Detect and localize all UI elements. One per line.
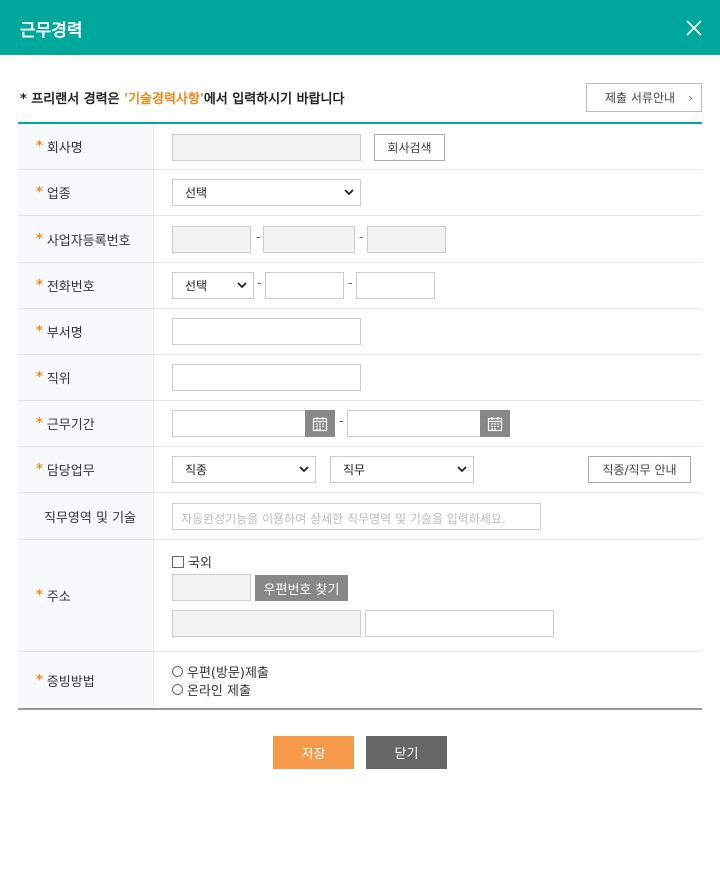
close-button[interactable]: 닫기 (366, 736, 447, 769)
document-guide-label: 제출 서류안내 (605, 91, 676, 105)
industry-select[interactable]: 선택 (172, 179, 361, 206)
dash: - (256, 230, 261, 245)
proof-radio-online[interactable]: 온라인 제출 (172, 680, 251, 699)
row-period: * 근무기간 - (18, 401, 702, 447)
chevron-down-icon (299, 466, 309, 473)
address-detail-input[interactable] (365, 610, 554, 637)
dash: - (359, 230, 364, 245)
checkbox-icon[interactable] (172, 555, 184, 568)
notice-highlight: '기술경력사항' (124, 92, 204, 107)
chevron-down-icon (237, 282, 247, 289)
document-guide-button[interactable]: 제출 서류안내 › (586, 83, 702, 112)
modal-title: 근무경력 (20, 21, 83, 41)
proof-option-mail: 우편(방문)제출 (187, 666, 269, 681)
dash: - (257, 276, 262, 291)
phone-3-input[interactable] (356, 272, 435, 299)
label-department: * 부서명 (18, 309, 154, 354)
notice-text: * 프리랜서 경력은 '기술경력사항'에서 입력하시기 바랍니다 (20, 88, 344, 107)
label-proof: * 증빙방법 (18, 652, 154, 708)
overseas-label: 국외 (188, 556, 212, 571)
start-date-input[interactable] (172, 410, 306, 437)
chevron-down-icon (457, 466, 467, 473)
industry-select-value: 선택 (185, 186, 208, 200)
skills-input[interactable]: 자동완성기능을 이용하여 상세한 직무영역 및 기술을 입력하세요. (172, 503, 541, 530)
address-input[interactable] (172, 610, 361, 637)
company-search-button[interactable]: 회사검색 (374, 134, 445, 161)
notice-prefix: * 프리랜서 경력은 (20, 92, 125, 107)
label-business-no: * 사업자등록번호 (18, 216, 154, 262)
job-guide-button[interactable]: 직종/직무 안내 (588, 456, 691, 483)
job-type-select[interactable]: 직종 (172, 456, 316, 483)
proof-option-online: 온라인 제출 (187, 684, 251, 699)
row-address: * 주소 국외 우편번호 찾기 (18, 540, 702, 652)
label-period: * 근무기간 (18, 401, 154, 446)
row-phone: * 전화번호 선택 - - (18, 263, 702, 309)
company-input[interactable] (172, 134, 361, 161)
dash: - (348, 276, 353, 291)
row-proof: * 증빙방법 우편(방문)제출 온라인 제출 (18, 652, 702, 708)
label-industry: * 업종 (18, 170, 154, 215)
modal-header: 근무경력 (0, 0, 720, 55)
label-phone: * 전화번호 (18, 263, 154, 308)
row-skills: 직무영역 및 기술 자동완성기능을 이용하여 상세한 직무영역 및 기술을 입력… (18, 493, 702, 540)
career-form: * 회사명 회사검색 * 업종 선택 * 사업자등록번호 - - * 전화번호 선택 (18, 122, 702, 710)
department-input[interactable] (172, 318, 361, 345)
phone-area-select[interactable]: 선택 (172, 272, 254, 299)
zipcode-search-button[interactable]: 우편번호 찾기 (255, 575, 348, 601)
row-position: * 직위 (18, 355, 702, 401)
close-icon[interactable] (684, 18, 704, 38)
calendar-icon[interactable] (480, 410, 510, 437)
chevron-down-icon (344, 189, 354, 196)
overseas-checkbox[interactable]: 국외 (172, 552, 212, 571)
zipcode-input[interactable] (172, 574, 251, 601)
chevron-right-icon: › (688, 91, 693, 105)
row-duty: * 담당업무 직종 직무 직종/직무 안내 (18, 447, 702, 493)
row-department: * 부서명 (18, 309, 702, 355)
radio-icon[interactable] (172, 684, 183, 695)
job-select[interactable]: 직무 (330, 456, 474, 483)
position-input[interactable] (172, 364, 361, 391)
end-date-input[interactable] (347, 410, 481, 437)
business-no-3-input[interactable] (367, 226, 446, 253)
label-skills: 직무영역 및 기술 (18, 493, 154, 539)
career-modal: 근무경력 * 프리랜서 경력은 '기술경력사항'에서 입력하시기 바랍니다 제출… (0, 0, 720, 883)
label-company: * 회사명 (18, 124, 154, 169)
calendar-icon[interactable] (305, 410, 335, 437)
job-value: 직무 (343, 463, 366, 477)
business-no-1-input[interactable] (172, 226, 251, 253)
proof-radio-mail[interactable]: 우편(방문)제출 (172, 662, 269, 681)
phone-2-input[interactable] (265, 272, 344, 299)
notice-suffix: 에서 입력하시기 바랍니다 (203, 92, 345, 107)
row-company: * 회사명 회사검색 (18, 124, 702, 170)
label-position: * 직위 (18, 355, 154, 400)
phone-area-value: 선택 (185, 279, 208, 293)
job-type-value: 직종 (185, 463, 208, 477)
save-button[interactable]: 저장 (273, 736, 354, 769)
radio-icon[interactable] (172, 666, 183, 677)
label-duty: * 담당업무 (18, 447, 154, 492)
skills-placeholder: 자동완성기능을 이용하여 상세한 직무영역 및 기술을 입력하세요. (181, 512, 506, 526)
business-no-2-input[interactable] (263, 226, 355, 253)
label-address: * 주소 (18, 540, 154, 651)
row-business-no: * 사업자등록번호 - - (18, 216, 702, 263)
dash: - (339, 414, 344, 429)
row-industry: * 업종 선택 (18, 170, 702, 216)
